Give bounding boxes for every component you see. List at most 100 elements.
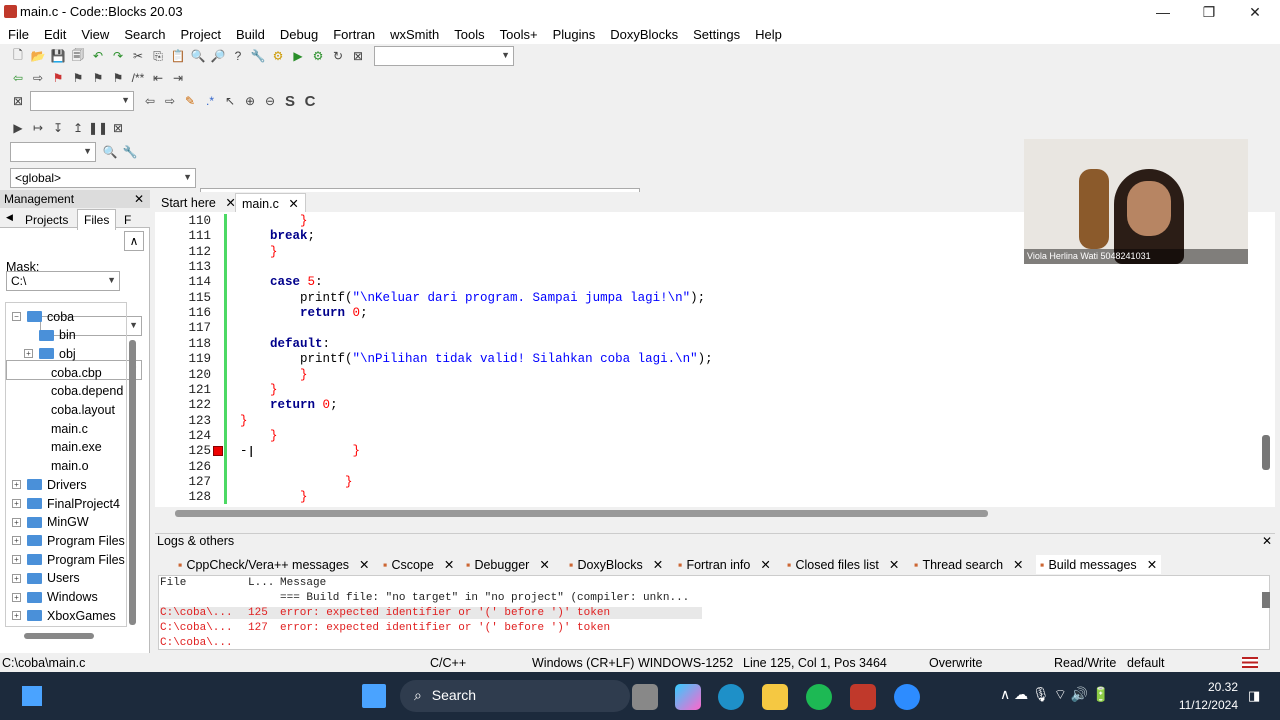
undo-icon[interactable]: ↶ — [90, 48, 106, 64]
paste-icon[interactable]: 📋 — [170, 48, 186, 64]
menu-file[interactable]: File — [8, 27, 29, 42]
codeblocks-icon[interactable] — [850, 684, 876, 710]
expand-icon[interactable]: + — [12, 592, 21, 602]
clear-bookmarks-icon[interactable]: ⚑ — [110, 70, 126, 86]
log-tab[interactable]: ▪ DoxyBlocks ✕ — [569, 555, 663, 574]
log-tab[interactable]: ▪ Debugger ✕ — [466, 555, 550, 574]
menu-debug[interactable]: Debug — [280, 27, 318, 42]
rebuild-icon[interactable]: ↻ — [330, 48, 346, 64]
log-row[interactable]: C:\coba\... 125 error: expected identifier… — [160, 607, 702, 619]
tree-scrollbar[interactable] — [129, 340, 136, 625]
menu-build[interactable]: Build — [236, 27, 265, 42]
clear-icon[interactable]: ⊠ — [10, 93, 26, 109]
code-line[interactable]: printf("\nPilihan tidak valid! Silahkan … — [240, 352, 713, 366]
tree-item[interactable]: coba.layout — [24, 401, 115, 420]
expand-icon[interactable]: + — [12, 573, 21, 583]
log-row[interactable]: C:\coba\... 127 error: expected identifier… — [160, 622, 610, 634]
comment-icon[interactable]: /** — [130, 70, 146, 86]
tree-item[interactable]: bin — [24, 326, 76, 345]
code-line[interactable]: } — [240, 368, 308, 382]
zoom-icon[interactable] — [894, 684, 920, 710]
build-target-select[interactable]: ▼ — [374, 46, 514, 66]
log-tab[interactable]: ▪ Build messages ✕ — [1036, 555, 1162, 574]
tab-files[interactable]: Files — [77, 209, 117, 230]
taskbar-search[interactable]: ⌕ Search — [400, 680, 630, 712]
close-icon[interactable]: ✕ — [359, 557, 369, 572]
build-icon[interactable]: ⚙ — [270, 48, 286, 64]
menu-tools-[interactable]: Tools+ — [500, 27, 538, 42]
menu-doxyblocks[interactable]: DoxyBlocks — [610, 27, 678, 42]
stop-icon[interactable]: ⊠ — [110, 120, 126, 136]
regex-icon[interactable]: .* — [202, 93, 218, 109]
expand-icon[interactable]: + — [24, 349, 33, 359]
log-tab[interactable]: ▪ Thread search ✕ — [914, 555, 1024, 574]
arrow-right-icon[interactable]: ⇨ — [162, 93, 178, 109]
tree-item[interactable]: main.o — [24, 457, 89, 476]
build-run-icon[interactable]: ⚙ — [310, 48, 326, 64]
maximize-button[interactable]: ❐ — [1186, 0, 1232, 24]
copy-icon[interactable]: ⎘ — [150, 48, 166, 64]
next-bookmark-icon[interactable]: ⚑ — [90, 70, 106, 86]
menu-view[interactable]: View — [81, 27, 109, 42]
tree-item[interactable]: + XboxGames — [12, 606, 116, 625]
new-file-icon[interactable]: 🗋 — [10, 48, 26, 64]
log-row[interactable]: C:\coba\...128error: expected identifier… — [160, 637, 233, 646]
tab-projects[interactable]: Projects — [25, 213, 68, 227]
spotify-icon[interactable] — [806, 684, 832, 710]
zoom-in-icon[interactable]: ⊕ — [242, 93, 258, 109]
zoom-out-icon[interactable]: ⊖ — [262, 93, 278, 109]
expand-icon[interactable]: + — [12, 555, 21, 565]
tab-start-here[interactable]: Start here ✕ — [155, 193, 242, 212]
menu-fortran[interactable]: Fortran — [333, 27, 375, 42]
expand-icon[interactable]: + — [12, 480, 21, 490]
code-line[interactable]: } — [240, 245, 278, 259]
close-icon[interactable]: ✕ — [444, 557, 454, 572]
expand-icon[interactable]: + — [12, 536, 21, 546]
log-tab[interactable]: ▪ Cscope ✕ — [383, 555, 454, 574]
close-icon[interactable]: ✕ — [1013, 557, 1023, 572]
logs-close-icon[interactable]: ✕ — [1262, 534, 1272, 548]
notification-icon[interactable]: ◨ — [1248, 688, 1260, 704]
edge-icon[interactable] — [718, 684, 744, 710]
tree-item[interactable]: + Program Files — [12, 531, 125, 550]
menu-plugins[interactable]: Plugins — [553, 27, 596, 42]
menu-help[interactable]: Help — [755, 27, 782, 42]
run-icon[interactable]: ▶ — [290, 48, 306, 64]
code-line[interactable]: } — [240, 214, 308, 228]
minimize-button[interactable]: — — [1140, 0, 1186, 24]
tab-main-c[interactable]: main.c ✕ — [235, 193, 306, 212]
code-line[interactable]: break; — [240, 229, 315, 243]
pause-icon[interactable]: ❚❚ — [88, 120, 108, 136]
expand-icon[interactable]: + — [12, 611, 21, 621]
s-icon[interactable]: S — [282, 93, 298, 110]
tree-item[interactable]: + Windows — [12, 588, 98, 607]
code-combo[interactable]: ▼ — [10, 142, 96, 162]
find-icon[interactable]: 🔍 — [190, 48, 206, 64]
step-into-icon[interactable]: ↧ — [50, 120, 66, 136]
tree-item[interactable]: + Program Files (: — [12, 550, 136, 569]
task-view-icon[interactable] — [632, 684, 658, 710]
expand-icon[interactable]: + — [12, 499, 21, 508]
search-icon[interactable]: 🔍 — [102, 144, 118, 160]
search-combo[interactable]: ▼ — [30, 91, 134, 111]
windows-icon[interactable] — [362, 684, 386, 708]
log-tab[interactable]: ▪ Fortran info ✕ — [678, 555, 771, 574]
scope-select[interactable]: <global> ▼ — [10, 168, 196, 188]
path-select[interactable]: C:\ ▼ — [6, 271, 120, 291]
tree-item[interactable]: + FinalProject4 — [12, 494, 120, 513]
step-icon[interactable]: ↦ — [30, 120, 46, 136]
abort-icon[interactable]: ⊠ — [350, 48, 366, 64]
menu-settings[interactable]: Settings — [693, 27, 740, 42]
menu-edit[interactable]: Edit — [44, 27, 66, 42]
save-icon[interactable]: 💾 — [50, 48, 66, 64]
arrow-left-icon[interactable]: ⇦ — [142, 93, 158, 109]
up-folder-button[interactable]: ∧ — [124, 231, 144, 251]
clock-time[interactable]: 20.32 — [1200, 680, 1238, 694]
tree-item[interactable]: coba.depend — [24, 382, 123, 401]
tree-item[interactable]: − coba — [12, 307, 74, 326]
tree-item[interactable]: coba.cbp — [24, 363, 102, 382]
logs-scrollbar[interactable] — [1262, 592, 1270, 608]
expand-icon[interactable]: − — [12, 312, 21, 321]
tab-left-arrow[interactable]: ◀ — [6, 212, 13, 223]
tree-item[interactable]: main.exe — [24, 438, 102, 457]
